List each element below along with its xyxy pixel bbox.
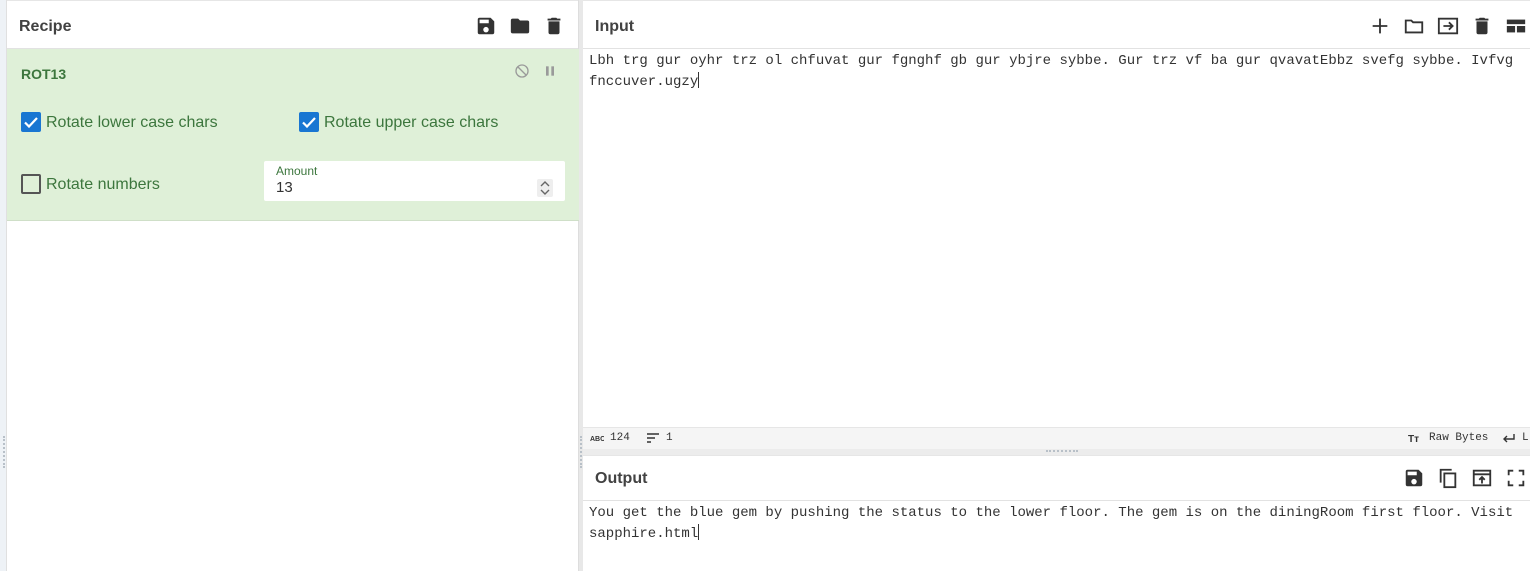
rotate-numbers-label: Rotate numbers bbox=[46, 176, 160, 193]
check-icon bbox=[302, 117, 316, 129]
eol-icon[interactable] bbox=[1502, 432, 1516, 444]
save-output-button[interactable] bbox=[1403, 467, 1425, 489]
input-pane: Input Lbh trg gur oyhr trz ol chfuvat gu… bbox=[583, 0, 1530, 449]
output-cursor bbox=[698, 523, 700, 540]
output-pane: Output You get the blue gem by pushing t… bbox=[583, 455, 1530, 571]
layout-icon bbox=[1506, 19, 1526, 33]
rot13-operation[interactable]: ROT13 Rotate lower case chars Rotate upp… bbox=[7, 49, 579, 221]
amount-label: Amount bbox=[276, 164, 318, 178]
clear-input-button[interactable] bbox=[1471, 15, 1493, 37]
open-folder-button[interactable] bbox=[1403, 15, 1425, 37]
input-text-content: Lbh trg gur oyhr trz ol chfuvat gur fgng… bbox=[589, 53, 1522, 90]
maximise-output-button[interactable] bbox=[1505, 467, 1527, 489]
recipe-pane: Recipe ROT13 Rotate lower case chars Rot… bbox=[7, 0, 579, 571]
output-text-content: You get the blue gem by pushing the stat… bbox=[589, 505, 1522, 542]
output-title: Output bbox=[595, 470, 648, 487]
pause-icon bbox=[546, 66, 554, 76]
rotate-upper-label: Rotate upper case chars bbox=[324, 114, 499, 131]
stepper-arrows-icon bbox=[540, 181, 550, 195]
amount-stepper[interactable] bbox=[537, 179, 553, 197]
trash-icon bbox=[547, 17, 561, 35]
vertical-splitter-grip[interactable] bbox=[580, 436, 582, 468]
output-header: Output bbox=[583, 455, 1530, 501]
rotate-lower-checkbox[interactable] bbox=[21, 112, 41, 132]
plus-icon bbox=[1372, 18, 1388, 34]
edge-resize-handle[interactable] bbox=[3, 436, 5, 468]
char-count: 124 bbox=[610, 432, 630, 444]
rotate-numbers-checkbox[interactable] bbox=[21, 174, 41, 194]
clear-recipe-button[interactable] bbox=[543, 15, 565, 37]
input-status-bar: ABC 124 1 Tт Raw Bytes L bbox=[583, 427, 1530, 449]
line-count-icon bbox=[646, 432, 660, 444]
open-in-input-icon bbox=[1472, 469, 1492, 487]
text-encoding-icon[interactable]: Tт bbox=[1408, 432, 1422, 444]
rotate-lower-label: Rotate lower case chars bbox=[46, 114, 218, 131]
line-count: 1 bbox=[666, 432, 673, 444]
eol-label[interactable]: L bbox=[1522, 432, 1529, 444]
copy-output-button[interactable] bbox=[1437, 467, 1459, 489]
operation-name: ROT13 bbox=[21, 66, 67, 82]
input-text[interactable]: Lbh trg gur oyhr trz ol chfuvat gur fgng… bbox=[589, 52, 1516, 92]
input-file-icon bbox=[1437, 17, 1459, 35]
encoding-label[interactable]: Raw Bytes bbox=[1429, 432, 1488, 444]
svg-text:ABC: ABC bbox=[590, 436, 604, 443]
trash-icon bbox=[1475, 17, 1489, 35]
left-edge-strip bbox=[0, 0, 7, 571]
reset-layout-button[interactable] bbox=[1505, 15, 1527, 37]
amount-field[interactable]: Amount 13 bbox=[264, 161, 565, 201]
disable-icon bbox=[515, 64, 529, 78]
input-title: Input bbox=[595, 18, 635, 35]
folder-icon bbox=[510, 18, 530, 34]
char-count-icon: ABC bbox=[590, 432, 604, 444]
save-icon bbox=[1405, 469, 1423, 487]
folder-open-icon bbox=[1404, 19, 1424, 34]
open-file-button[interactable] bbox=[1437, 15, 1459, 37]
input-header: Input bbox=[583, 0, 1530, 49]
check-icon bbox=[24, 117, 38, 129]
replace-input-button[interactable] bbox=[1471, 467, 1493, 489]
svg-text:Tт: Tт bbox=[1408, 434, 1419, 444]
save-icon bbox=[477, 17, 495, 35]
horizontal-splitter-grip[interactable] bbox=[1046, 450, 1078, 452]
recipe-header: Recipe bbox=[7, 0, 578, 49]
text-cursor bbox=[698, 71, 700, 88]
pause-operation-button[interactable] bbox=[542, 63, 558, 79]
recipe-title: Recipe bbox=[19, 18, 72, 35]
disable-operation-button[interactable] bbox=[514, 63, 530, 79]
app-root: Recipe ROT13 Rotate lower case chars Rot… bbox=[0, 0, 1530, 571]
rotate-upper-checkbox[interactable] bbox=[299, 112, 319, 132]
load-recipe-button[interactable] bbox=[509, 15, 531, 37]
amount-value[interactable]: 13 bbox=[276, 179, 293, 196]
add-input-button[interactable] bbox=[1369, 15, 1391, 37]
save-recipe-button[interactable] bbox=[475, 15, 497, 37]
copy-icon bbox=[1439, 468, 1457, 489]
output-text[interactable]: You get the blue gem by pushing the stat… bbox=[589, 504, 1516, 544]
fullscreen-icon bbox=[1507, 469, 1525, 487]
